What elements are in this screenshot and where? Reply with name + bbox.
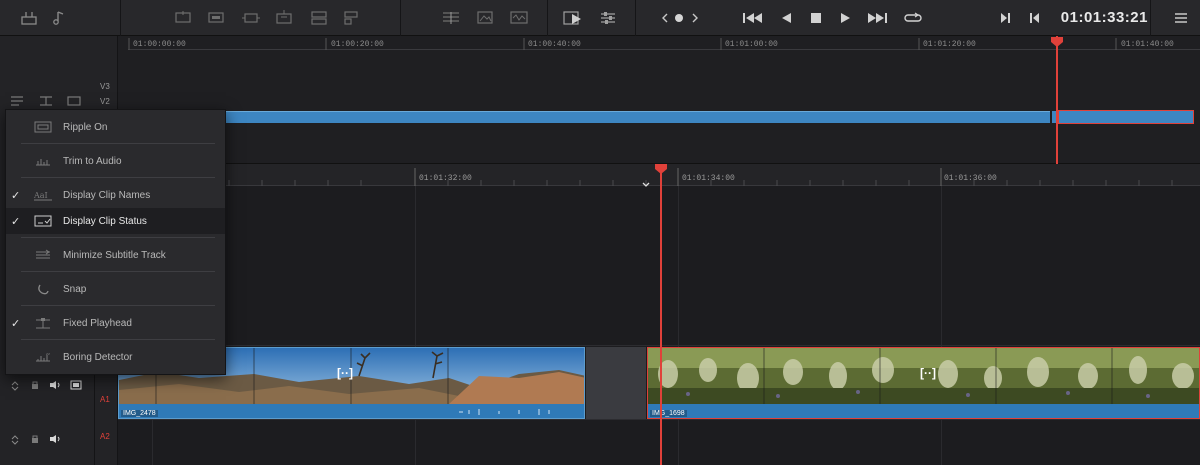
ripple-overwrite-icon[interactable] [340, 8, 362, 28]
trim-edit-mode-icon[interactable] [562, 8, 584, 28]
append-icon[interactable] [440, 8, 462, 28]
clip-status-icon [33, 214, 53, 228]
track-a2-expand-icon[interactable] [10, 432, 20, 450]
current-timecode: 01:01:33:21 [1060, 9, 1148, 26]
menu-item-label: Display Clip Names [63, 189, 151, 201]
track-label-a2: A2 [100, 432, 110, 441]
upper-clip-bar[interactable] [226, 111, 1050, 123]
lower-playhead[interactable] [660, 164, 662, 465]
menu-item-label: Trim to Audio [63, 155, 122, 167]
menu-item-minimize-subtitle-track[interactable]: Minimize Subtitle Track [6, 242, 225, 268]
ripple-icon [33, 120, 53, 134]
menu-item-label: Ripple On [63, 121, 108, 133]
upper-ruler-ticks [128, 38, 1117, 50]
chevron-down-icon[interactable] [641, 176, 651, 194]
upper-playhead[interactable] [1056, 36, 1058, 164]
menu-item-ripple-on[interactable]: Ripple On [6, 114, 225, 140]
timeline-gap[interactable] [586, 347, 646, 419]
clip-names-icon: AaI [33, 188, 53, 202]
clip-marker: [··] [337, 366, 353, 380]
upper-clip-selected[interactable] [1058, 110, 1194, 124]
svg-text:zz: zz [46, 351, 50, 356]
fit-to-fill-icon[interactable] [273, 8, 295, 28]
track-label-v2: V2 [100, 97, 110, 106]
waveform-icon[interactable] [508, 8, 530, 28]
mark-out-icon[interactable] [1024, 8, 1046, 28]
clip-thumbnail-strip [648, 348, 1199, 418]
hamburger-menu-icon[interactable] [1170, 8, 1192, 28]
overwrite-clip-icon[interactable] [205, 8, 227, 28]
track-label-a1: A1 [100, 395, 110, 404]
menu-item-snap[interactable]: Snap [6, 276, 225, 302]
track-a1-speaker-icon[interactable] [49, 377, 61, 395]
check-icon: ✓ [11, 189, 21, 202]
play-reverse-icon[interactable] [775, 8, 797, 28]
menu-item-boring-detector[interactable]: zz Boring Detector [6, 344, 225, 370]
boring-detector-icon: zz [33, 350, 53, 364]
track-label-v3: V3 [100, 82, 110, 91]
clip-img-1698[interactable]: [··] IMG_1698 [647, 347, 1200, 419]
subtitle-icon [33, 248, 53, 262]
timeline-toolbar: 01:01:33:21 [0, 0, 1200, 36]
menu-item-label: Display Clip Status [63, 215, 147, 227]
track-a1-lock-icon[interactable] [30, 377, 40, 395]
image-frame-icon[interactable] [474, 8, 496, 28]
timeline-view-options-icon[interactable] [18, 8, 40, 28]
play-icon[interactable] [834, 8, 856, 28]
go-to-end-icon[interactable] [866, 8, 888, 28]
upper-playhead-head-icon[interactable] [1051, 37, 1063, 47]
track-a2-speaker-icon[interactable] [49, 431, 61, 449]
track-a2-lock-icon[interactable] [30, 431, 40, 449]
timeline-settings-icon[interactable] [597, 8, 619, 28]
clip-marker: [··] [920, 366, 936, 380]
track-a1-expand-icon[interactable] [10, 378, 20, 396]
clip-name-label: IMG_1698 [650, 410, 687, 417]
menu-item-display-clip-status[interactable]: ✓ Display Clip Status [6, 208, 225, 234]
fixed-playhead-icon [33, 316, 53, 330]
check-icon: ✓ [11, 317, 21, 330]
track-a1-film-icon[interactable] [70, 377, 82, 395]
stop-icon[interactable] [805, 8, 827, 28]
trim-audio-icon [33, 154, 53, 168]
place-on-top-icon[interactable] [308, 8, 330, 28]
svg-text:AaI: AaI [33, 191, 48, 200]
menu-item-fixed-playhead[interactable]: ✓ Fixed Playhead [6, 310, 225, 336]
check-icon: ✓ [11, 215, 21, 228]
menu-item-label: Snap [63, 283, 87, 295]
replace-clip-icon[interactable] [240, 8, 262, 28]
menu-item-trim-to-audio[interactable]: Trim to Audio [6, 148, 225, 174]
snap-icon [33, 282, 53, 296]
menu-item-display-clip-names[interactable]: ✓ AaI Display Clip Names [6, 182, 225, 208]
menu-item-label: Minimize Subtitle Track [63, 249, 166, 261]
lower-playhead-head-icon[interactable] [655, 164, 667, 174]
menu-item-label: Fixed Playhead [63, 317, 132, 329]
timeline-options-menu: Ripple On Trim to Audio ✓ AaI Display Cl… [5, 109, 226, 375]
loop-icon[interactable] [902, 8, 924, 28]
nav-next-icon[interactable] [684, 8, 706, 28]
insert-clip-icon[interactable] [172, 8, 194, 28]
go-to-start-icon[interactable] [742, 8, 764, 28]
audio-track-options-icon[interactable] [48, 8, 70, 28]
mark-in-icon[interactable] [994, 8, 1016, 28]
clip-name-label: IMG_2478 [121, 410, 158, 417]
menu-item-label: Boring Detector [63, 351, 133, 363]
